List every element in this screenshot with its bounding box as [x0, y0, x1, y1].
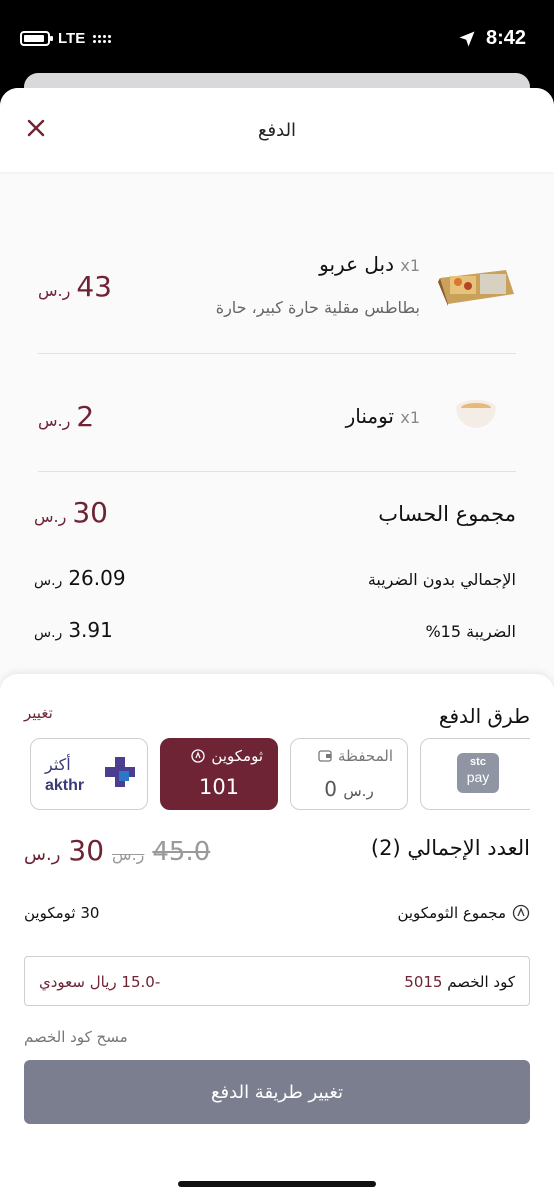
- tax-label: الضريبة 15%: [425, 622, 516, 641]
- battery-icon: [20, 31, 53, 46]
- subtotal-value: ر.س 30: [34, 496, 108, 529]
- sauce-cup-image: [456, 400, 496, 428]
- change-payment-link[interactable]: تغيير: [24, 704, 53, 722]
- order-item: x1 تومنار ر.س 2: [38, 368, 516, 488]
- wallet-label: المحفظة: [337, 747, 393, 765]
- thumcoin-icon: [512, 904, 530, 922]
- signal-icon: [93, 34, 112, 43]
- item-description: بطاطس مقلية حارة كبير، حارة: [215, 298, 420, 317]
- coins-total-row: 30 ثومكوين مجموع الثومكوين: [24, 904, 530, 928]
- thumcoin-balance: 101: [198, 775, 240, 799]
- meal-box-image: [438, 270, 514, 306]
- total-old-price: 45.0: [152, 837, 211, 867]
- checkout-sheet: الدفع x1 دبل عربو بطاطس مقلية حارة كبير،…: [0, 88, 554, 1200]
- promo-label: كود الخصم: [447, 973, 515, 991]
- item-quantity: x1: [400, 256, 420, 275]
- total-count-label: العدد الإجمالي (2): [370, 836, 530, 860]
- pretax-row: الإجمالي بدون الضريبة ر.س 26.09: [34, 566, 516, 594]
- divider: [38, 353, 516, 354]
- sheet-header: الدفع: [0, 88, 554, 172]
- method-thumcoins[interactable]: ثومكوين 101: [160, 738, 278, 810]
- divider: [38, 471, 516, 472]
- subtotal-row: مجموع الحساب ر.س 30: [34, 496, 516, 532]
- wallet-balance: 0 ر.س: [324, 777, 374, 801]
- payment-methods-list[interactable]: أكثر akthr ثومكوين 101 المحفظة 0 ر.س stc…: [30, 738, 530, 812]
- method-wallet[interactable]: المحفظة 0 ر.س: [290, 738, 408, 810]
- item-name: دبل عربو: [319, 252, 394, 276]
- item-quantity: x1: [400, 408, 420, 427]
- item-name: تومنار: [345, 404, 394, 428]
- method-stcpay[interactable]: stc pay: [420, 738, 530, 810]
- coins-total-value: 30 ثومكوين: [24, 904, 100, 922]
- promo-code-field[interactable]: كود الخصم 5015 -15.0 ريال سعودي: [24, 956, 530, 1006]
- payment-methods-title: طرق الدفع: [438, 704, 530, 728]
- clear-promo-link[interactable]: مسح كود الخصم: [24, 1028, 128, 1046]
- status-bar: LTE 8:42: [0, 0, 554, 80]
- thumcoin-icon: [191, 749, 206, 763]
- page-title: الدفع: [257, 120, 297, 141]
- home-indicator: [178, 1181, 376, 1187]
- stcpay-logo: stc pay: [457, 753, 499, 793]
- order-item: x1 دبل عربو بطاطس مقلية حارة كبير، حارة …: [38, 234, 516, 354]
- subtotal-label: مجموع الحساب: [378, 502, 516, 526]
- item-price: ر.س 2: [38, 400, 95, 433]
- clock: 8:42: [485, 27, 526, 49]
- pretax-label: الإجمالي بدون الضريبة: [367, 570, 516, 589]
- change-payment-button[interactable]: تغيير طريقة الدفع: [24, 1060, 530, 1124]
- method-akthr[interactable]: أكثر akthr: [30, 738, 148, 810]
- payment-panel: طرق الدفع تغيير أكثر akthr ثومكوين 101 ا…: [0, 674, 554, 1200]
- coins-total-label: مجموع الثومكوين: [397, 904, 506, 922]
- thumcoin-label: ثومكوين: [211, 747, 263, 765]
- promo-code: 5015: [404, 973, 443, 991]
- pretax-value: ر.س 26.09: [34, 566, 126, 590]
- total-price: ر.س 30 ر.س 45.0: [24, 834, 211, 867]
- item-price: ر.س 43: [38, 270, 112, 303]
- tax-value: ر.س 3.91: [34, 618, 113, 642]
- akthr-label-en: akthr: [45, 777, 85, 794]
- promo-discount: -15.0 ريال سعودي: [39, 973, 161, 991]
- total-new-price: 30: [68, 834, 105, 867]
- akthr-label-ar: أكثر: [45, 755, 71, 774]
- network-type: LTE: [58, 30, 86, 47]
- location-arrow-icon: [459, 31, 475, 46]
- tax-row: الضريبة 15% ر.س 3.91: [34, 618, 516, 646]
- wallet-icon: [318, 750, 332, 762]
